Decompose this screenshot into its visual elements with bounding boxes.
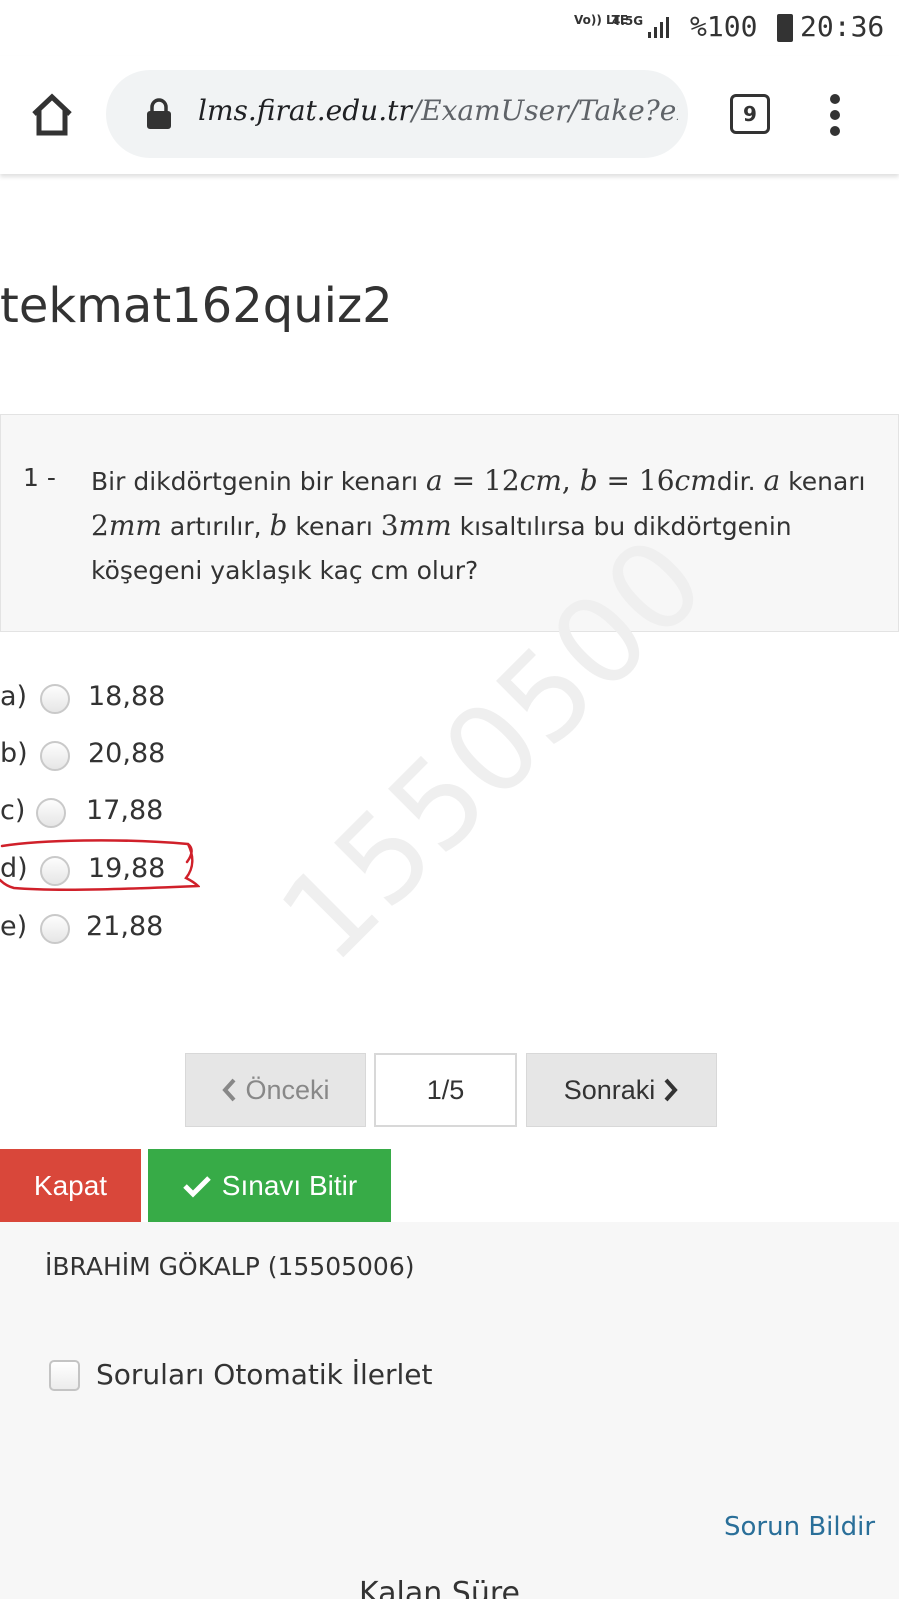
- option-radio[interactable]: [40, 684, 70, 714]
- q-part: dir.: [716, 467, 764, 496]
- finish-exam-button[interactable]: Sınavı Bitir: [148, 1149, 391, 1222]
- q-part: artırılır,: [161, 512, 270, 541]
- option-letter: d): [0, 853, 28, 884]
- page-indicator: 1/5: [374, 1053, 517, 1127]
- option-value: 20,88: [88, 738, 166, 769]
- option-letter: b): [0, 738, 28, 769]
- option-c[interactable]: c) 17,88: [0, 790, 260, 834]
- option-value: 21,88: [86, 911, 164, 942]
- q-math: ,: [561, 464, 580, 497]
- option-letter: c): [0, 795, 26, 826]
- chevron-right-icon: [664, 1078, 678, 1102]
- q-math: b: [269, 509, 288, 542]
- question-number: 1 -: [23, 463, 56, 492]
- network-type: 4.5G: [612, 14, 644, 28]
- signal-icon: [648, 17, 669, 38]
- next-label: Sonraki: [563, 1074, 656, 1105]
- q-math: 2: [91, 509, 109, 542]
- q-math: a: [426, 464, 443, 497]
- url-host: lms.firat.edu.tr: [198, 94, 412, 127]
- lock-icon: [147, 98, 171, 129]
- option-letter: e): [0, 911, 28, 942]
- option-radio[interactable]: [40, 856, 70, 886]
- q-math: cm: [674, 464, 717, 497]
- battery-icon: [777, 14, 793, 42]
- question-text: Bir dikdörtgenin bir kenarı a = 12cm, b …: [91, 459, 871, 593]
- option-radio[interactable]: [36, 798, 66, 828]
- q-part: kenarı: [287, 512, 381, 541]
- info-panel: İBRAHİM GÖKALP (15505006) Soruları Otoma…: [0, 1222, 899, 1599]
- battery-percent: %100: [690, 10, 758, 43]
- next-button[interactable]: Sonraki: [526, 1053, 717, 1127]
- check-icon: [183, 1175, 211, 1198]
- student-name: İBRAHİM GÖKALP (15505006): [45, 1252, 415, 1281]
- report-problem-link[interactable]: Sorun Bildir: [724, 1512, 875, 1542]
- address-bar[interactable]: lms.firat.edu.tr/ExamUser/Take?exc: [106, 70, 688, 158]
- clock: 20:36: [800, 10, 885, 43]
- more-menu-icon[interactable]: [826, 94, 846, 138]
- q-math: mm: [398, 509, 452, 542]
- q-math: b: [579, 464, 598, 497]
- option-radio[interactable]: [40, 741, 70, 771]
- q-math: mm: [108, 509, 162, 542]
- exam-title: tekmat162quiz2: [0, 278, 393, 334]
- q-math: 16: [638, 464, 675, 497]
- home-icon[interactable]: [28, 92, 76, 138]
- chevron-left-icon: [222, 1078, 236, 1102]
- option-letter: a): [0, 681, 28, 712]
- status-bar: Vo)) LTE 4.5G %100 20:36: [0, 0, 899, 56]
- option-e[interactable]: e) 21,88: [0, 906, 260, 950]
- q-math: =: [597, 464, 639, 497]
- q-math: a: [763, 464, 781, 497]
- option-value: 18,88: [88, 681, 166, 712]
- url-path: /ExamUser/Take?exc: [411, 94, 678, 127]
- option-value: 19,88: [88, 853, 166, 884]
- q-part: Bir dikdörtgenin bir kenarı: [91, 467, 427, 496]
- tab-switcher-button[interactable]: 9: [730, 94, 770, 134]
- option-a[interactable]: a) 18,88: [0, 676, 260, 720]
- q-part: kenarı: [780, 467, 866, 496]
- remaining-time-label: Kalan Süre: [359, 1576, 520, 1599]
- auto-advance-checkbox[interactable]: [49, 1360, 80, 1391]
- option-value: 17,88: [86, 795, 164, 826]
- q-math: 12: [484, 464, 520, 497]
- auto-advance-label[interactable]: Soruları Otomatik İlerlet: [96, 1358, 433, 1391]
- finish-exam-label: Sınavı Bitir: [221, 1169, 358, 1201]
- previous-button[interactable]: Önceki: [185, 1053, 366, 1127]
- option-d[interactable]: d) 19,88: [0, 848, 260, 892]
- url-text: lms.firat.edu.tr/ExamUser/Take?exc: [198, 94, 678, 127]
- q-math: =: [442, 464, 485, 497]
- option-radio[interactable]: [40, 914, 70, 944]
- option-b[interactable]: b) 20,88: [0, 733, 260, 777]
- q-math: 3: [380, 509, 399, 542]
- question-box: 1 - Bir dikdörtgenin bir kenarı a = 12cm…: [0, 414, 899, 632]
- previous-label: Önceki: [245, 1074, 330, 1105]
- close-button[interactable]: Kapat: [0, 1149, 141, 1222]
- q-math: cm: [519, 464, 562, 497]
- browser-toolbar: lms.firat.edu.tr/ExamUser/Take?exc 9: [0, 56, 899, 174]
